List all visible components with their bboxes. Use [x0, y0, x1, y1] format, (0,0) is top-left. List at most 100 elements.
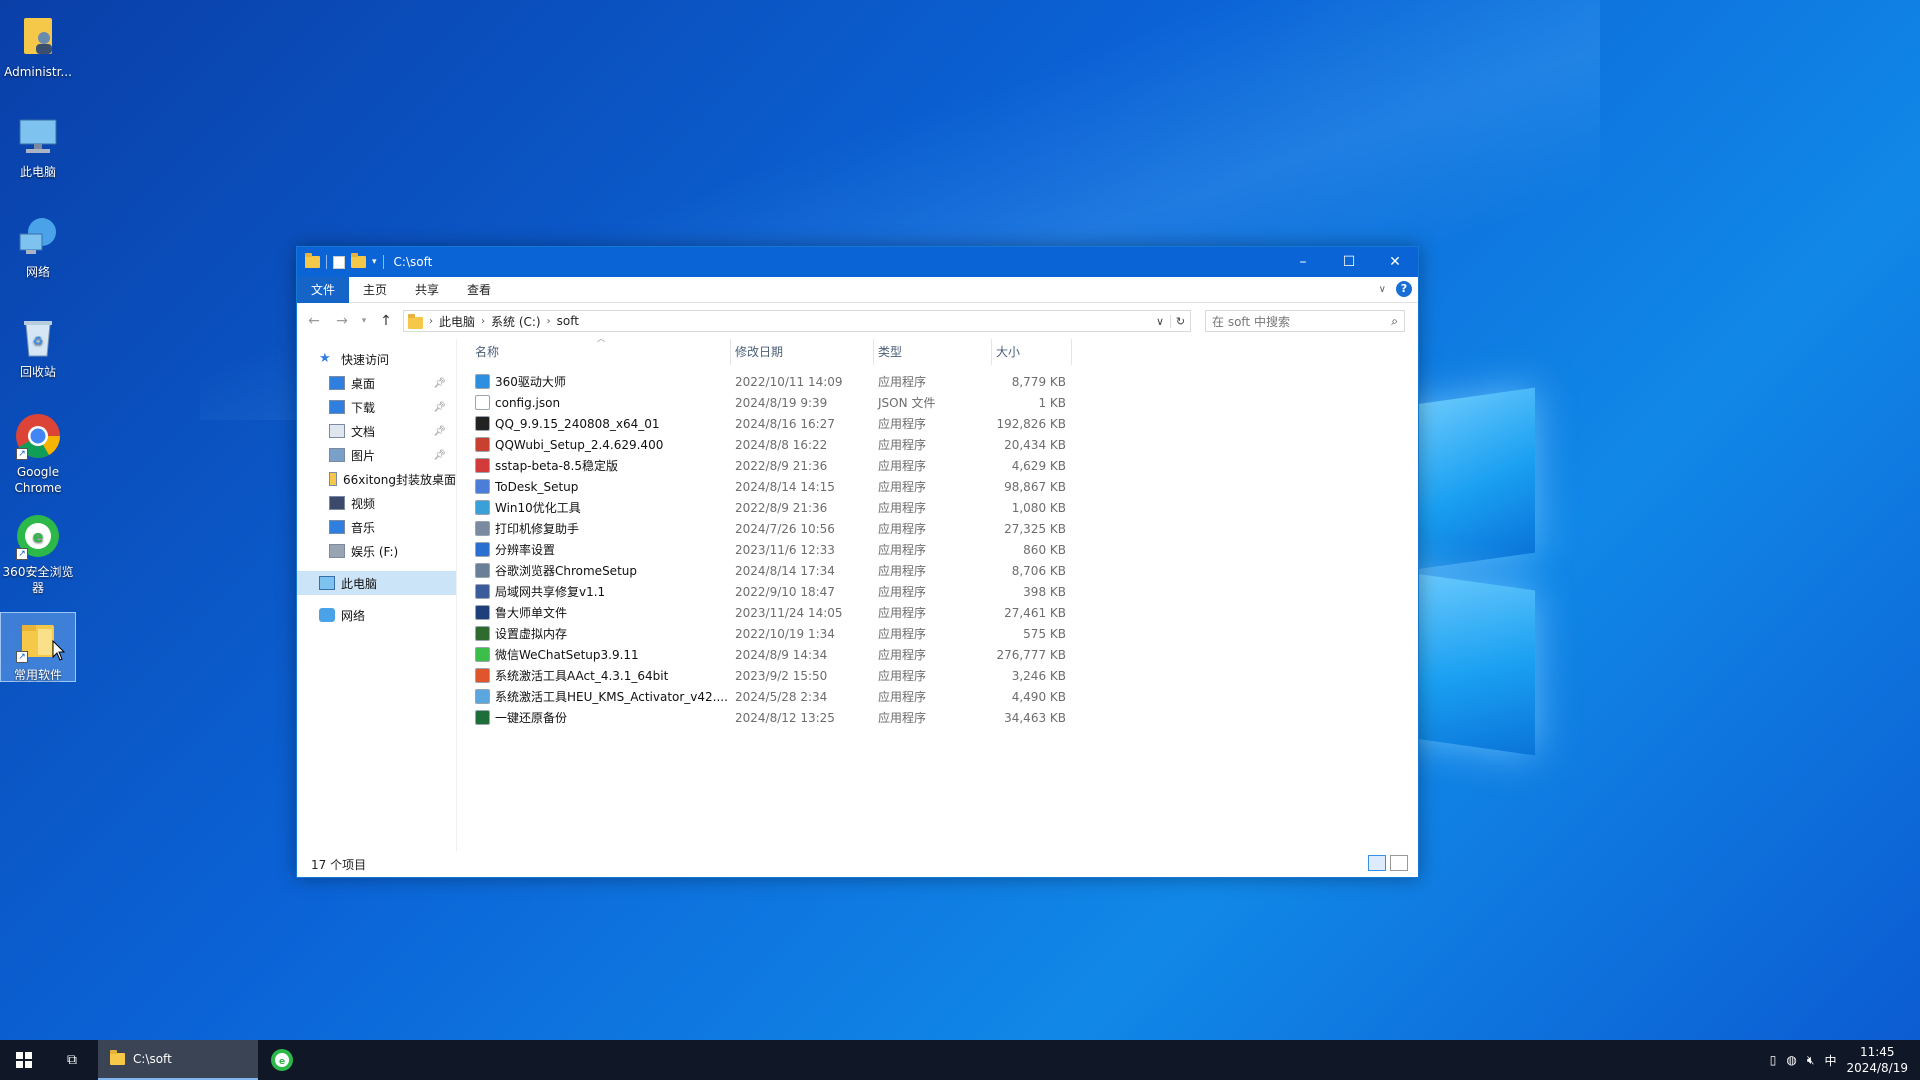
- chevron-right-icon[interactable]: ›: [547, 316, 551, 327]
- network-icon[interactable]: ◍: [1786, 1053, 1796, 1067]
- file-row[interactable]: 设置虚拟内存 2022/10/19 1:34 应用程序 575 KB: [471, 623, 1418, 644]
- desktop-icon-administrator[interactable]: Administr...: [0, 8, 76, 80]
- search-icon[interactable]: ⌕: [1391, 314, 1398, 329]
- column-header-date[interactable]: 修改日期: [731, 339, 874, 365]
- pin-icon: 📌︎: [433, 401, 446, 413]
- search-input[interactable]: 在 soft 中搜索 ⌕: [1205, 310, 1405, 332]
- file-name-cell: 鲁大师单文件: [471, 604, 731, 621]
- file-row[interactable]: ToDesk_Setup 2024/8/14 14:15 应用程序 98,867 KB: [471, 476, 1418, 497]
- chevron-down-icon[interactable]: ∨: [1150, 315, 1170, 328]
- chevron-down-icon[interactable]: ▾: [372, 257, 377, 267]
- desktop-icon-360-browser[interactable]: e ↗ 360安全浏览器: [0, 508, 76, 596]
- nav-item[interactable]: 图片 📌︎: [297, 443, 456, 467]
- file-row[interactable]: 鲁大师单文件 2023/11/24 14:05 应用程序 27,461 KB: [471, 602, 1418, 623]
- nav-this-pc[interactable]: 此电脑: [297, 571, 456, 595]
- file-row[interactable]: 360驱动大师 2022/10/11 14:09 应用程序 8,779 KB: [471, 371, 1418, 392]
- file-row[interactable]: 一键还原备份 2024/8/12 13:25 应用程序 34,463 KB: [471, 707, 1418, 728]
- new-folder-icon[interactable]: [351, 253, 366, 268]
- minimize-button[interactable]: –: [1280, 247, 1326, 277]
- file-explorer-window[interactable]: ▾ C:\soft – ☐ ✕ 文件 主页 共享 查看 ∨ ? ← → ▾ ↑ …: [296, 246, 1419, 878]
- file-date: 2022/9/10 18:47: [735, 584, 835, 599]
- search-placeholder: 在 soft 中搜索: [1212, 314, 1290, 329]
- file-name: 分辨率设置: [495, 543, 556, 557]
- nav-item[interactable]: 下载 📌︎: [297, 395, 456, 419]
- expand-ribbon-icon[interactable]: ∨: [1379, 284, 1386, 295]
- breadcrumb-this-pc[interactable]: 此电脑: [439, 313, 475, 330]
- file-row[interactable]: 打印机修复助手 2024/7/26 10:56 应用程序 27,325 KB: [471, 518, 1418, 539]
- desktop-icon-this-pc[interactable]: 此电脑: [0, 108, 76, 180]
- refresh-icon[interactable]: ↻: [1170, 314, 1190, 328]
- file-row[interactable]: QQ_9.9.15_240808_x64_01 2024/8/16 16:27 应用…: [471, 413, 1418, 434]
- file-name-cell: ToDesk_Setup: [471, 479, 731, 494]
- chevron-right-icon[interactable]: ›: [481, 316, 485, 327]
- file-row[interactable]: Win10优化工具 2022/8/9 21:36 应用程序 1,080 KB: [471, 497, 1418, 518]
- file-date: 2024/5/28 2:34: [735, 689, 828, 704]
- recent-locations-button[interactable]: ▾: [359, 316, 369, 326]
- tab-share[interactable]: 共享: [401, 277, 453, 303]
- desktop-icon-google-chrome[interactable]: ↗ Google Chrome: [0, 408, 76, 496]
- desktop-icon-label: Google Chrome: [14, 465, 62, 495]
- chevron-right-icon[interactable]: ›: [429, 316, 433, 327]
- forward-button[interactable]: →: [331, 313, 353, 329]
- nav-item[interactable]: 娱乐 (F:): [297, 539, 456, 563]
- nav-item[interactable]: 文档 📌︎: [297, 419, 456, 443]
- clock[interactable]: 11:45 2024/8/19: [1846, 1044, 1908, 1076]
- file-icon: [475, 689, 490, 704]
- picture-icon: [329, 448, 345, 462]
- file-row[interactable]: 微信WeChatSetup3.9.11 2024/8/9 14:34 应用程序 276…: [471, 644, 1418, 665]
- shortcut-arrow-icon: ↗: [16, 651, 28, 663]
- input-method-indicator[interactable]: 中: [1824, 1052, 1836, 1069]
- file-row[interactable]: QQWubi_Setup_2.4.629.400 2024/8/8 16:22 应用…: [471, 434, 1418, 455]
- maximize-button[interactable]: ☐: [1326, 247, 1372, 277]
- up-button[interactable]: ↑: [375, 313, 397, 329]
- close-button[interactable]: ✕: [1372, 247, 1418, 277]
- file-type: 应用程序: [878, 543, 927, 557]
- volume-muted-icon[interactable]: 🔇︎: [1807, 1053, 1815, 1068]
- back-button[interactable]: ←: [303, 313, 325, 329]
- column-header-size[interactable]: 大小: [992, 339, 1072, 365]
- address-bar[interactable]: › 此电脑 › 系统 (C:) › soft ∨ ↻: [403, 310, 1191, 332]
- desktop-icon-network[interactable]: 网络: [0, 208, 76, 280]
- breadcrumb-system-c[interactable]: 系统 (C:): [491, 313, 541, 330]
- nav-item[interactable]: 66xitong封装放桌面: [297, 467, 456, 491]
- file-date: 2024/8/14 14:15: [735, 479, 835, 494]
- taskbar-app-360-browser[interactable]: e: [258, 1040, 306, 1080]
- desktop-icon-recycle-bin[interactable]: ♻ 回收站: [0, 308, 76, 380]
- file-date: 2024/8/16 16:27: [735, 416, 835, 431]
- tab-file[interactable]: 文件: [297, 276, 350, 303]
- properties-icon[interactable]: [333, 255, 345, 269]
- help-icon[interactable]: ?: [1396, 281, 1412, 297]
- taskbar-app-explorer[interactable]: C:\soft: [98, 1040, 258, 1080]
- nav-item[interactable]: 视频: [297, 491, 456, 515]
- file-size: 192,826 KB: [996, 416, 1066, 431]
- file-size: 575 KB: [1023, 626, 1066, 641]
- large-icons-view-button[interactable]: [1390, 855, 1408, 871]
- file-row[interactable]: 分辨率设置 2023/11/6 12:33 应用程序 860 KB: [471, 539, 1418, 560]
- file-date: 2024/8/14 17:34: [735, 563, 835, 578]
- details-view-button[interactable]: [1368, 855, 1386, 871]
- file-row[interactable]: 谷歌浏览器ChromeSetup 2024/8/14 17:34 应用程序 8,706…: [471, 560, 1418, 581]
- breadcrumb-soft[interactable]: soft: [557, 314, 579, 328]
- file-row[interactable]: 系统激活工具AAct_4.3.1_64bit 2023/9/2 15:50 应用程序…: [471, 665, 1418, 686]
- nav-network[interactable]: 网络: [297, 603, 456, 627]
- file-row[interactable]: config.json 2024/8/19 9:39 JSON 文件 1 KB: [471, 392, 1418, 413]
- file-date: 2024/8/19 9:39: [735, 395, 828, 410]
- nav-quick-access[interactable]: ★ 快速访问: [297, 347, 456, 371]
- file-row[interactable]: 系统激活工具HEU_KMS_Activator_v42.... 2024/5/28…: [471, 686, 1418, 707]
- start-button[interactable]: [0, 1040, 48, 1080]
- title-bar[interactable]: ▾ C:\soft – ☐ ✕: [297, 247, 1418, 277]
- file-name-cell: 分辨率设置: [471, 541, 731, 558]
- file-type: 应用程序: [878, 564, 927, 578]
- nav-item[interactable]: 桌面 📌︎: [297, 371, 456, 395]
- tab-home[interactable]: 主页: [349, 277, 401, 303]
- file-name-cell: QQWubi_Setup_2.4.629.400: [471, 437, 731, 452]
- file-name: 鲁大师单文件: [495, 606, 568, 620]
- file-name: 360驱动大师: [495, 375, 566, 389]
- column-header-type[interactable]: 类型: [874, 339, 992, 365]
- file-row[interactable]: 局域网共享修复v1.1 2022/9/10 18:47 应用程序 398 KB: [471, 581, 1418, 602]
- nav-item[interactable]: 音乐: [297, 515, 456, 539]
- usb-device-icon[interactable]: ▯: [1770, 1053, 1777, 1067]
- task-view-button[interactable]: ⧉: [48, 1040, 96, 1080]
- tab-view[interactable]: 查看: [453, 277, 505, 303]
- file-row[interactable]: sstap-beta-8.5稳定版 2022/8/9 21:36 应用程序 4,629…: [471, 455, 1418, 476]
